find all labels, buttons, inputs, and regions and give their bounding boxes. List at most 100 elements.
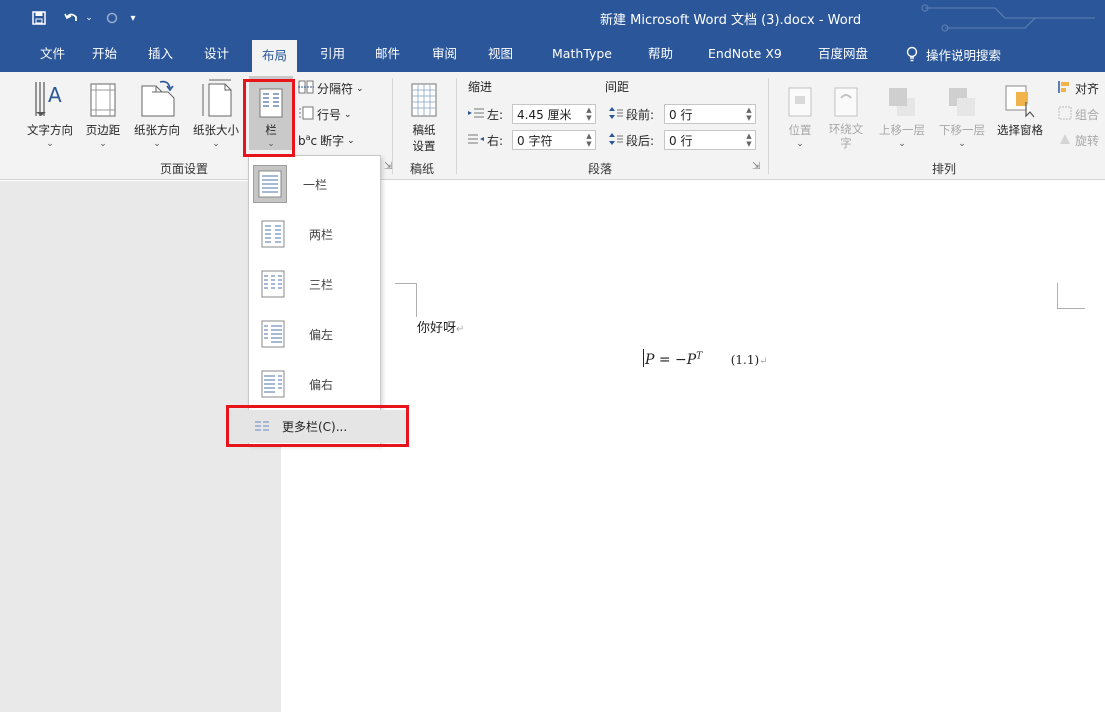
indent-left-text: 左: — [487, 108, 504, 122]
tab-home[interactable]: 开始 — [82, 36, 127, 72]
menu-item-two-columns[interactable]: 两栏 — [249, 210, 380, 258]
customize-toolbar-icon[interactable]: ▾ — [128, 8, 138, 28]
spin-arrows-icon[interactable]: ▲ ▼ — [583, 106, 595, 122]
manuscript-label: 稿纸 设置 — [413, 122, 436, 154]
tab-insert[interactable]: 插入 — [138, 36, 183, 72]
indent-left-icon — [468, 107, 484, 122]
highlight-columns-button — [243, 79, 295, 157]
spin-arrows-icon[interactable]: ▲ ▼ — [743, 132, 755, 148]
undo-dropdown-icon[interactable]: ⌄ — [84, 8, 94, 28]
group-separator — [456, 78, 457, 174]
spacing-after-field[interactable]: 0 行 ▲ ▼ — [664, 130, 756, 150]
chevron-down-icon: ⌄ — [212, 139, 220, 149]
line-numbers-button[interactable]: 行号 ⌄ — [298, 106, 352, 123]
tab-endnote[interactable]: EndNote X9 — [698, 36, 792, 72]
ribbon: A 文字方向 ⌄ 页边距 ⌄ 纸张方向 ⌄ 纸张大小 ⌄ 栏 ⌄ 分隔符 ⌄ 行… — [0, 72, 1105, 180]
align-button[interactable]: 对齐 — [1058, 80, 1099, 97]
bring-forward-icon — [887, 76, 917, 118]
tell-me-search[interactable]: 操作说明搜索 — [906, 36, 1001, 72]
paragraph-launcher-icon[interactable]: ⇲ — [752, 161, 760, 172]
tab-design[interactable]: 设计 — [194, 36, 239, 72]
chevron-down-icon: ⌄ — [344, 109, 352, 120]
group-label-arrange: 排列 — [932, 162, 957, 176]
manuscript-label-line2: 设置 — [412, 139, 436, 153]
paper-size-label: 纸张大小 — [193, 123, 239, 137]
tab-review[interactable]: 审阅 — [422, 36, 467, 72]
tab-baidu-netdisk[interactable]: 百度网盘 — [808, 36, 878, 72]
indent-right-icon — [468, 133, 484, 148]
wrap-text-button[interactable]: 环绕文 字 — [822, 76, 870, 150]
send-backward-button[interactable]: 下移一层 ⌄ — [932, 76, 992, 149]
group-objects-button[interactable]: 组合 — [1058, 106, 1099, 123]
chevron-down-icon: ⌄ — [958, 139, 966, 149]
tab-layout[interactable]: 布局 — [252, 40, 298, 72]
group-label-page-setup: 页面设置 — [160, 162, 209, 176]
bring-forward-label: 上移一层 — [879, 123, 925, 137]
indent-right-text: 右: — [487, 134, 504, 148]
indent-left-field[interactable]: 4.45 厘米 ▲ ▼ — [512, 104, 596, 124]
menu-item-three-columns[interactable]: 三栏 — [249, 260, 380, 308]
position-button[interactable]: 位置 ⌄ — [782, 76, 818, 149]
spin-arrows-icon[interactable]: ▲ ▼ — [743, 106, 755, 122]
chevron-down-icon: ⌄ — [153, 139, 161, 149]
selection-pane-button[interactable]: 选择窗格 — [994, 76, 1046, 138]
spin-arrows-icon[interactable]: ▲ ▼ — [583, 132, 595, 148]
breaks-label: 分隔符 — [317, 82, 354, 96]
three-columns-label: 三栏 — [309, 277, 334, 292]
paper-size-icon — [199, 76, 233, 118]
indent-left-label: 左: — [468, 106, 503, 123]
two-columns-label: 两栏 — [309, 227, 334, 242]
spacing-after-text: 段后: — [626, 134, 655, 148]
wrap-text-label-line2: 字 — [840, 136, 852, 150]
crop-mark-right — [1057, 308, 1085, 309]
rotate-button[interactable]: 旋转 — [1058, 132, 1099, 149]
text-direction-label: 文字方向 — [27, 123, 73, 137]
menu-item-one-column[interactable]: 一栏 — [249, 160, 380, 208]
wrap-text-label-line1: 环绕文 — [828, 122, 864, 136]
selection-pane-icon — [1004, 76, 1036, 118]
menu-item-left-column[interactable]: 偏左 — [249, 310, 380, 358]
spacing-after-icon — [609, 133, 623, 148]
group-separator — [392, 78, 393, 174]
text-direction-button[interactable]: A 文字方向 ⌄ — [20, 76, 80, 149]
margins-icon — [88, 76, 118, 118]
menu-item-right-column[interactable]: 偏右 — [249, 360, 380, 408]
redo-icon[interactable] — [104, 8, 120, 28]
hyphenation-icon: bac — [298, 133, 318, 148]
tab-view[interactable]: 视图 — [478, 36, 523, 72]
bring-forward-button[interactable]: 上移一层 ⌄ — [872, 76, 932, 149]
hyphenation-button[interactable]: bac 断字 ⌄ — [298, 132, 355, 149]
tab-mailings[interactable]: 邮件 — [365, 36, 410, 72]
svg-text:A: A — [48, 83, 62, 107]
indent-right-field[interactable]: 0 字符 ▲ ▼ — [512, 130, 596, 150]
save-icon[interactable] — [30, 8, 48, 28]
equation-number: (1.1) — [730, 353, 760, 367]
columns-dropdown-menu: 一栏 两栏 三栏 偏左 偏右 — [248, 155, 381, 445]
tab-references[interactable]: 引用 — [310, 36, 355, 72]
tell-me-label: 操作说明搜索 — [926, 47, 1002, 63]
spacing-before-field[interactable]: 0 行 ▲ ▼ — [664, 104, 756, 124]
margins-button[interactable]: 页边距 ⌄ — [80, 76, 126, 149]
left-column-label: 偏左 — [309, 327, 334, 342]
orientation-button[interactable]: 纸张方向 ⌄ — [127, 76, 187, 149]
align-label: 对齐 — [1075, 82, 1100, 96]
paper-size-button[interactable]: 纸张大小 ⌄ — [188, 76, 244, 149]
position-icon — [787, 76, 813, 118]
align-icon — [1058, 80, 1072, 97]
tab-mathtype[interactable]: MathType — [542, 36, 622, 72]
indent-left-value: 4.45 厘米 — [517, 107, 572, 122]
one-column-label: 一栏 — [303, 177, 328, 192]
tab-help[interactable]: 帮助 — [638, 36, 683, 72]
undo-icon[interactable] — [62, 8, 80, 28]
spacing-before-text: 段前: — [626, 108, 655, 122]
manuscript-label-line1: 稿纸 — [412, 123, 436, 137]
document-paragraph: 你好呀↵ — [417, 317, 464, 336]
tab-file[interactable]: 文件 — [30, 36, 75, 72]
equation-line[interactable]: P = −PT (1.1)↵ — [643, 349, 768, 368]
breaks-button[interactable]: 分隔符 ⌄ — [298, 80, 364, 97]
line-numbers-icon — [298, 106, 314, 123]
chevron-down-icon: ⌄ — [46, 139, 54, 149]
text-direction-icon: A — [33, 76, 67, 118]
spacing-before-label: 段前: — [609, 106, 654, 123]
manuscript-settings-button[interactable]: 稿纸 设置 — [400, 76, 448, 154]
